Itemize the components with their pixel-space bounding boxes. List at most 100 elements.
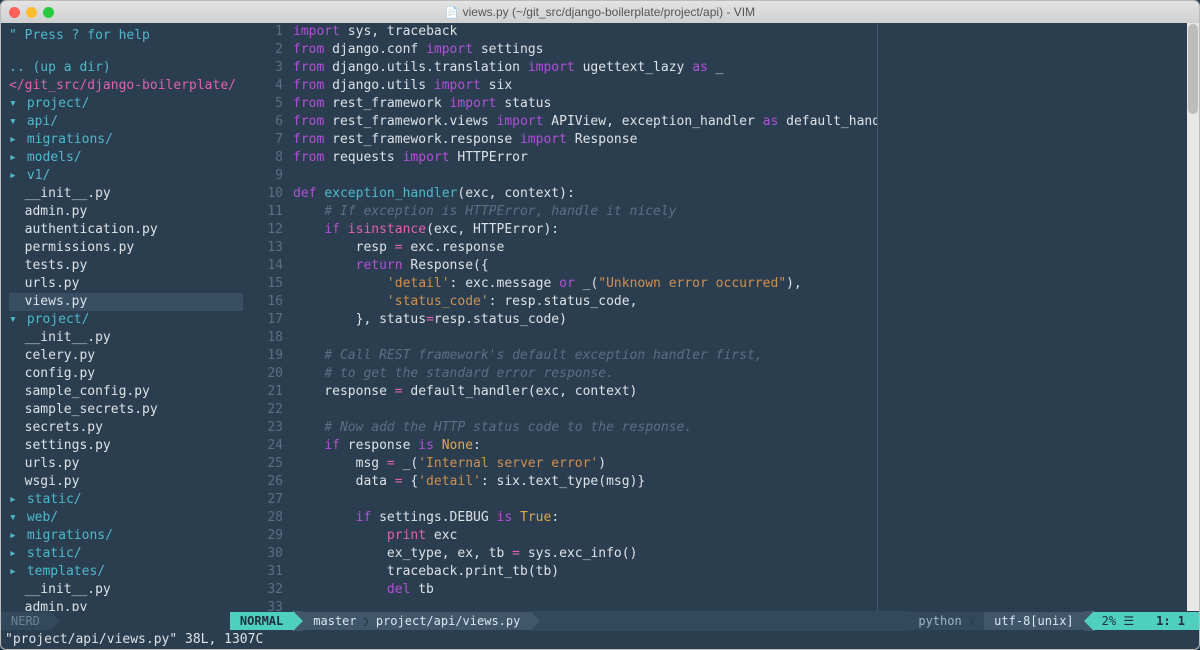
code-line[interactable]: resp = exc.response bbox=[293, 239, 877, 257]
scrollbar[interactable] bbox=[1187, 23, 1199, 611]
tree-dir[interactable]: ▸ migrations/ bbox=[9, 527, 243, 545]
chevron-right-icon[interactable]: ▸ bbox=[9, 527, 19, 545]
tree-label[interactable]: migrations/ bbox=[19, 132, 113, 147]
zoom-icon[interactable] bbox=[43, 7, 54, 18]
tree-label[interactable]: authentication.py bbox=[9, 222, 158, 237]
tree-label[interactable]: sample_config.py bbox=[9, 384, 150, 399]
tree-file[interactable]: permissions.py bbox=[9, 239, 243, 257]
tree-dir[interactable]: ▾ project/ bbox=[9, 311, 243, 329]
tree-dir[interactable]: ▾ web/ bbox=[9, 509, 243, 527]
tree-dir[interactable]: ▸ migrations/ bbox=[9, 131, 243, 149]
code-line[interactable]: if isinstance(exc, HTTPError): bbox=[293, 221, 877, 239]
code-line[interactable] bbox=[293, 329, 877, 347]
tree-file[interactable]: urls.py bbox=[9, 455, 243, 473]
code-line[interactable]: if response is None: bbox=[293, 437, 877, 455]
tree-file[interactable]: views.py bbox=[9, 293, 243, 311]
code-line[interactable]: return Response({ bbox=[293, 257, 877, 275]
code-line[interactable]: # to get the standard error response. bbox=[293, 365, 877, 383]
chevron-right-icon[interactable]: ▸ bbox=[9, 149, 19, 167]
code-line[interactable]: 'status_code': resp.status_code, bbox=[293, 293, 877, 311]
tree-label[interactable]: web/ bbox=[19, 510, 58, 525]
tree-label[interactable]: v1/ bbox=[19, 168, 50, 183]
close-icon[interactable] bbox=[9, 7, 20, 18]
editor[interactable]: 1234567891011121314151617181920212223242… bbox=[255, 23, 877, 611]
code-line[interactable]: }, status=resp.status_code) bbox=[293, 311, 877, 329]
code-line[interactable]: data = {'detail': six.text_type(msg)} bbox=[293, 473, 877, 491]
code-line[interactable]: print exc bbox=[293, 527, 877, 545]
code-line[interactable] bbox=[293, 599, 877, 611]
tree-label[interactable]: settings.py bbox=[9, 438, 111, 453]
code-line[interactable]: def exception_handler(exc, context): bbox=[293, 185, 877, 203]
chevron-right-icon[interactable]: ▸ bbox=[9, 545, 19, 563]
chevron-down-icon[interactable]: ▾ bbox=[9, 311, 19, 329]
code-line[interactable]: from rest_framework.response import Resp… bbox=[293, 131, 877, 149]
tree-dir[interactable]: ▸ static/ bbox=[9, 545, 243, 563]
tree-label[interactable]: views.py bbox=[9, 294, 87, 309]
tree-dir[interactable]: ▸ models/ bbox=[9, 149, 243, 167]
tree-label[interactable]: migrations/ bbox=[19, 528, 113, 543]
tree-file[interactable]: admin.py bbox=[9, 599, 243, 611]
code-line[interactable]: traceback.print_tb(tb) bbox=[293, 563, 877, 581]
code-line[interactable]: from django.utils import six bbox=[293, 77, 877, 95]
tree-label[interactable]: models/ bbox=[19, 150, 82, 165]
tree-label[interactable]: api/ bbox=[19, 114, 58, 129]
tree-label[interactable]: static/ bbox=[19, 546, 82, 561]
tree-label[interactable]: urls.py bbox=[9, 276, 79, 291]
tree-file[interactable]: sample_config.py bbox=[9, 383, 243, 401]
chevron-right-icon[interactable]: ▸ bbox=[9, 131, 19, 149]
tree-label[interactable]: config.py bbox=[9, 366, 95, 381]
tree-label[interactable]: templates/ bbox=[19, 564, 105, 579]
chevron-down-icon[interactable]: ▾ bbox=[9, 509, 19, 527]
tree-file[interactable]: celery.py bbox=[9, 347, 243, 365]
tree-label[interactable]: __init__.py bbox=[9, 330, 111, 345]
minimize-icon[interactable] bbox=[26, 7, 37, 18]
tree-label[interactable]: admin.py bbox=[9, 204, 87, 219]
tree-file[interactable]: __init__.py bbox=[9, 185, 243, 203]
code-line[interactable]: del tb bbox=[293, 581, 877, 599]
code-line[interactable]: from django.conf import settings bbox=[293, 41, 877, 59]
tree-dir[interactable]: ▾ project/ bbox=[9, 95, 243, 113]
code-line[interactable]: # Now add the HTTP status code to the re… bbox=[293, 419, 877, 437]
chevron-right-icon[interactable]: ▸ bbox=[9, 491, 19, 509]
code-line[interactable]: msg = _('Internal server error') bbox=[293, 455, 877, 473]
tree-label[interactable]: __init__.py bbox=[9, 186, 111, 201]
tree-file[interactable]: secrets.py bbox=[9, 419, 243, 437]
code-line[interactable] bbox=[293, 167, 877, 185]
tree-label[interactable]: permissions.py bbox=[9, 240, 134, 255]
tree-file[interactable]: authentication.py bbox=[9, 221, 243, 239]
command-line[interactable]: "project/api/views.py" 38L, 1307C bbox=[1, 631, 1199, 649]
right-pane[interactable] bbox=[877, 23, 1187, 611]
tree-label[interactable]: project/ bbox=[19, 96, 89, 111]
code-line[interactable]: from requests import HTTPError bbox=[293, 149, 877, 167]
chevron-right-icon[interactable]: ▸ bbox=[9, 563, 19, 581]
tree-file[interactable]: tests.py bbox=[9, 257, 243, 275]
code-line[interactable] bbox=[293, 401, 877, 419]
tree-file[interactable]: settings.py bbox=[9, 437, 243, 455]
code-line[interactable]: 'detail': exc.message or _("Unknown erro… bbox=[293, 275, 877, 293]
tree-label[interactable]: sample_secrets.py bbox=[9, 402, 158, 417]
code-line[interactable]: import sys, traceback bbox=[293, 23, 877, 41]
tree-file[interactable]: wsgi.py bbox=[9, 473, 243, 491]
code-line[interactable]: ex_type, ex, tb = sys.exc_info() bbox=[293, 545, 877, 563]
tree-file[interactable]: config.py bbox=[9, 365, 243, 383]
code-line[interactable]: from django.utils.translation import uge… bbox=[293, 59, 877, 77]
nerdtree-updir[interactable]: .. (up a dir) bbox=[9, 59, 243, 77]
tree-label[interactable]: admin.py bbox=[9, 600, 87, 611]
tree-label[interactable]: urls.py bbox=[9, 456, 79, 471]
code-line[interactable]: from rest_framework import status bbox=[293, 95, 877, 113]
code-line[interactable]: # Call REST framework's default exceptio… bbox=[293, 347, 877, 365]
chevron-down-icon[interactable]: ▾ bbox=[9, 113, 19, 131]
file-tree[interactable]: " Press ? for help .. (up a dir) </git_s… bbox=[1, 23, 251, 611]
tree-file[interactable]: urls.py bbox=[9, 275, 243, 293]
code-area[interactable]: import sys, tracebackfrom django.conf im… bbox=[293, 23, 877, 611]
tree-dir[interactable]: ▾ api/ bbox=[9, 113, 243, 131]
code-line[interactable]: from rest_framework.views import APIView… bbox=[293, 113, 877, 131]
tree-label[interactable]: secrets.py bbox=[9, 420, 103, 435]
tree-label[interactable]: celery.py bbox=[9, 348, 95, 363]
nerdtree-root[interactable]: </git_src/django-boilerplate/ bbox=[9, 77, 243, 95]
tree-label[interactable]: tests.py bbox=[9, 258, 87, 273]
chevron-down-icon[interactable]: ▾ bbox=[9, 95, 19, 113]
tree-file[interactable]: sample_secrets.py bbox=[9, 401, 243, 419]
scrollbar-thumb[interactable] bbox=[1188, 24, 1198, 114]
chevron-right-icon[interactable]: ▸ bbox=[9, 167, 19, 185]
